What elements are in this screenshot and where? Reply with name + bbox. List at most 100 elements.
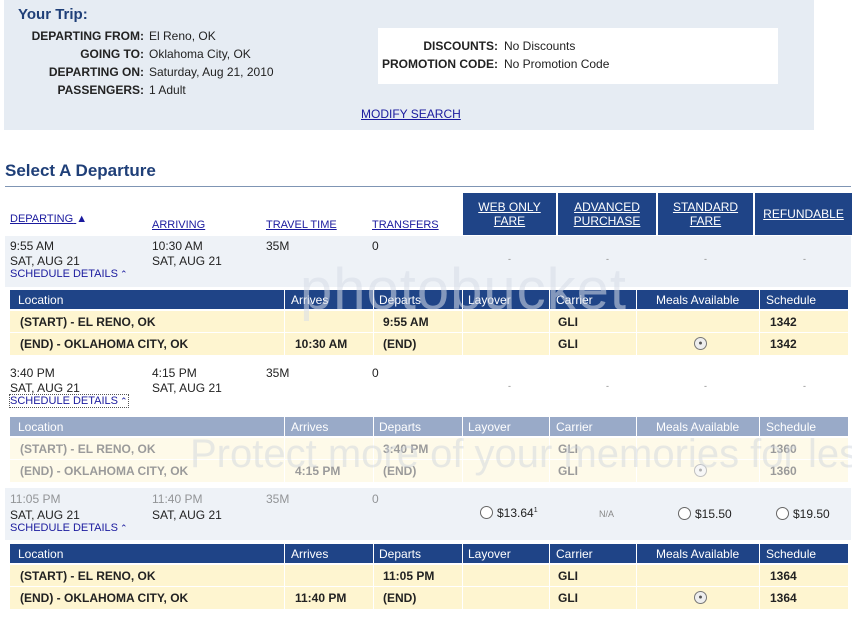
col-carrier: Carrier [556,547,593,561]
advanced-line2: PURCHASE [573,214,641,228]
fare-standard: - [704,254,707,264]
web-only-fare-header[interactable]: WEB ONLY FARE [463,193,556,235]
sort-transfers[interactable]: TRANSFERS [372,219,439,231]
col-location: Location [18,547,64,561]
schedule-details-toggle[interactable]: SCHEDULE DETAILS ⌃ [9,394,129,408]
fare-footnote: 1 [533,507,538,514]
departing-on-value: Saturday, Aug 21, 2010 [149,65,274,79]
standard-radio[interactable] [678,507,691,520]
stop-departs: (END) [383,591,417,605]
standard-line2: FARE [689,214,722,228]
web-only-line2: FARE [493,214,526,228]
fare-web-only: - [508,381,511,391]
stop-arrives: 10:30 AM [295,337,348,351]
watermark-tagline: Protect more of your memories for less! [190,432,852,476]
advanced-line1: ADVANCED [574,200,640,214]
trip-values: El Reno, OK Oklahoma City, OK Saturday, … [149,29,369,99]
fare-advanced: N/A [599,509,615,519]
fare-standard-option[interactable]: $15.50 [678,507,732,521]
stop-location: (END) - OKLAHOMA CITY, OK [20,464,189,478]
stop-row: (END) - OKLAHOMA CITY, OK 11:40 PM (END)… [10,587,848,609]
divider [5,186,851,187]
stop-schedule: 1342 [770,315,797,329]
schedule-details-label: SCHEDULE DETAILS [10,395,118,407]
depart-date: SAT, AUG 21 [10,508,80,522]
stop-carrier: GLI [558,337,578,351]
stop-departs: (END) [383,337,417,351]
page-title: Select A Departure [5,161,156,180]
schedule-details-label: SCHEDULE DETAILS [10,522,118,534]
departing-from-value: El Reno, OK [149,29,216,43]
col-location: Location [18,293,64,307]
stop-schedule: 1364 [770,569,797,583]
stop-location: (START) - EL RENO, OK [20,315,156,329]
schedule-details-toggle[interactable]: SCHEDULE DETAILS ⌃ [10,268,128,280]
col-meals: Meals Available [656,547,740,561]
stop-location: (END) - OKLAHOMA CITY, OK [20,591,189,605]
transfers-count: 0 [372,492,379,506]
schedule-details-toggle[interactable]: SCHEDULE DETAILS ⌃ [10,522,128,534]
col-location: Location [18,420,64,434]
sort-travel-time[interactable]: TRAVEL TIME [266,219,337,231]
col-layover: Layover [468,547,511,561]
going-to-label: GOING TO: [80,47,144,61]
depart-time: 3:40 PM [10,366,55,380]
col-departs: Departs [379,547,422,561]
sort-up-icon: ▲ [76,213,88,225]
arrive-time: 10:30 AM [152,239,203,253]
stop-schedule: 1364 [770,591,797,605]
passengers-label: PASSENGERS: [57,83,144,97]
fare-refundable: - [803,254,806,264]
stop-departs: 11:05 PM [383,569,435,583]
travel-time: 35M [266,366,290,380]
fare-standard: - [704,381,707,391]
promotion-code-value: No Promotion Code [504,57,610,71]
arrive-time: 4:15 PM [152,366,197,380]
collapse-icon: ⌃ [120,396,128,406]
arrive-time: 11:40 PM [152,492,203,506]
discounts-box: DISCOUNTS: PROMOTION CODE: No Discounts … [378,28,778,84]
fare-refundable: - [803,381,806,391]
arrive-date: SAT, AUG 21 [152,508,222,522]
collapse-icon: ⌃ [120,269,128,279]
col-meals: Meals Available [656,293,740,307]
departing-header-label: DEPARTING [10,213,74,225]
fare-standard: $15.50 [695,507,732,521]
sort-arriving[interactable]: ARRIVING [152,219,205,231]
depart-time: 11:05 PM [10,492,61,506]
transfers-count: 0 [372,366,379,380]
discounts-label: DISCOUNTS: [423,39,498,53]
col-schedule: Schedule [766,547,817,561]
refundable-radio[interactable] [776,507,789,520]
advanced-purchase-header[interactable]: ADVANCED PURCHASE [558,193,656,235]
trip-labels: DEPARTING FROM: GOING TO: DEPARTING ON: … [0,29,144,99]
stop-schedule: 1342 [770,337,797,351]
departing-from-label: DEPARTING FROM: [31,29,144,43]
refundable-header[interactable]: REFUNDABLE [755,193,852,235]
fare-web-only: $13.64 [497,506,534,520]
web-only-line1: WEB ONLY [478,200,541,214]
stop-location: (START) - EL RENO, OK [20,569,156,583]
depart-date: SAT, AUG 21 [10,254,80,268]
stop-carrier: GLI [558,569,578,583]
fare-refundable: $19.50 [793,507,830,521]
promotion-code-label: PROMOTION CODE: [382,57,498,71]
going-to-value: Oklahoma City, OK [149,47,251,61]
fare-refundable-option[interactable]: $19.50 [776,507,830,521]
discounts-value: No Discounts [504,39,576,53]
travel-time: 35M [266,239,290,253]
standard-fare-header[interactable]: STANDARD FARE [658,193,753,235]
web-only-radio[interactable] [480,506,493,519]
col-schedule: Schedule [766,293,817,307]
sort-departing[interactable]: DEPARTING ▲ [10,213,87,225]
departing-on-label: DEPARTING ON: [48,65,144,79]
travel-time: 35M [266,492,290,506]
fare-web-only-option[interactable]: $13.641 [480,506,538,520]
stop-row: (START) - EL RENO, OK 11:05 PM GLI 1364 [10,565,848,587]
modify-search-link[interactable]: MODIFY SEARCH [361,107,461,121]
stop-location: (END) - OKLAHOMA CITY, OK [20,337,189,351]
stop-location: (START) - EL RENO, OK [20,442,156,456]
stop-row: (END) - OKLAHOMA CITY, OK 10:30 AM (END)… [10,333,848,355]
schedule-details-table: Location Arrives Departs Layover Carrier… [10,544,848,611]
meal-icon: ● [694,591,707,604]
